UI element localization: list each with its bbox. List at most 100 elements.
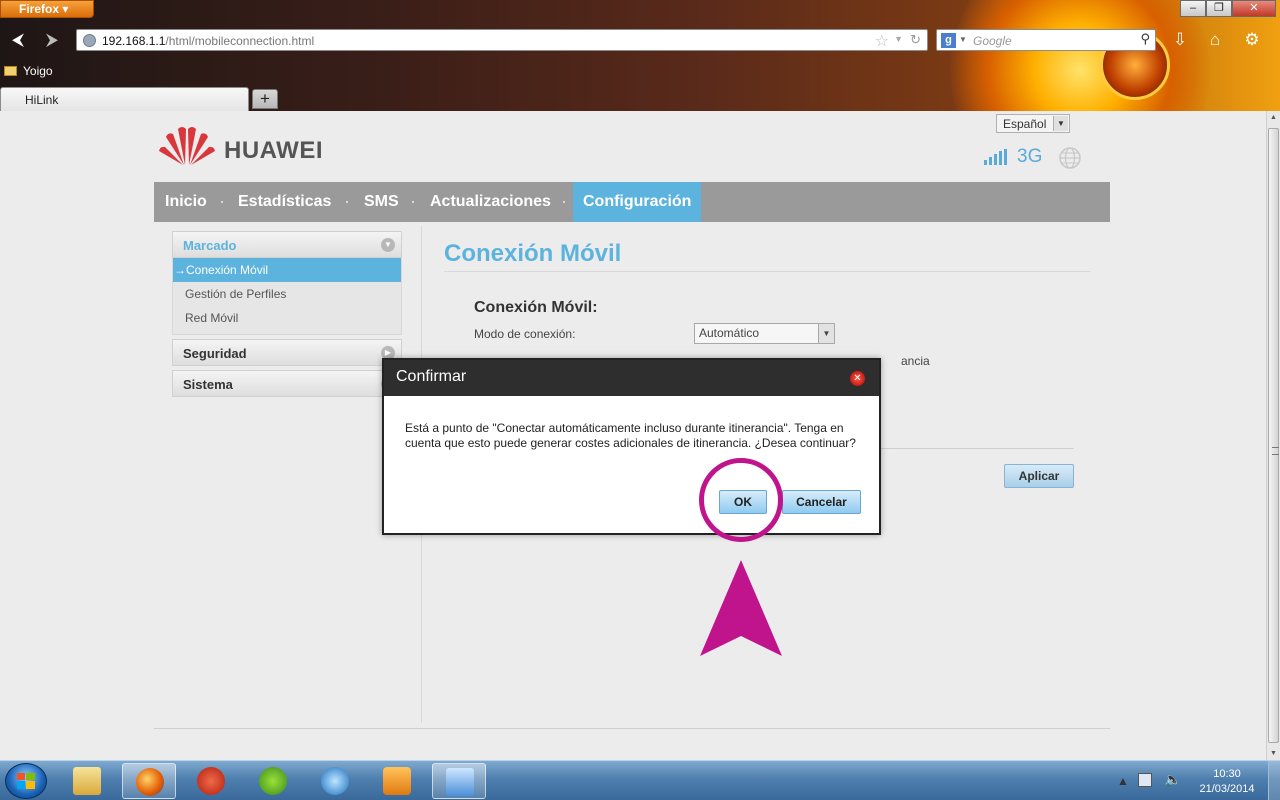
apply-button[interactable]: Aplicar [1004,464,1074,488]
web-page: Español ▼ HUAWEI 3G Inicio Estadísticas [0,111,1266,760]
sidebar-section-sistema[interactable]: Sistema ▶ [172,370,402,397]
maximize-button[interactable]: ❐ [1206,0,1232,17]
spotify-icon [259,767,287,795]
downloads-icon[interactable]: ⇩ [1168,29,1192,51]
url-host: 192.168.1.1 [102,34,166,48]
sidebar-section-marcado[interactable]: Marcado ▼ [172,231,402,258]
close-window-button[interactable]: ✕ [1232,0,1276,17]
addon-icon[interactable]: ⚙ [1240,29,1264,51]
folder-icon [4,66,17,76]
sidebar-submenu: →Conexión Móvil Gestión de Perfiles Red … [172,258,402,335]
footer-divider [154,728,1110,729]
scroll-up-icon[interactable]: ▲ [1270,114,1277,121]
huawei-flower-icon [159,127,215,165]
url-path: /html/mobileconnection.html [165,34,315,48]
browser-chrome: Firefox ▾ – ❐ ✕ ⮜ ⮞ 192.168.1.1/html/mob… [0,0,1280,111]
sidebar-item-red-movil[interactable]: Red Móvil [173,306,401,330]
connection-mode-label: Modo de conexión: [474,327,576,341]
close-icon[interactable]: ✕ [850,371,865,386]
connection-mode-value: Automático [699,326,760,340]
browser-tab[interactable]: HiLink [0,87,249,111]
sidebar-item-conexion-movil[interactable]: →Conexión Móvil [173,258,401,282]
clock-date: 21/03/2014 [1199,783,1255,795]
ccleaner-icon [197,767,225,795]
address-bar[interactable]: 192.168.1.1/html/mobileconnection.html ☆… [76,29,928,51]
dialog-message: Está a punto de "Conectar automáticament… [405,421,856,450]
taskbar-itunes[interactable] [308,763,362,799]
control-panel-icon [446,768,474,796]
firefox-menu-label: Firefox [19,2,60,16]
nav-item-configuracion[interactable]: Configuración [573,182,702,222]
taskbar-media-player[interactable] [370,763,424,799]
folder-icon [73,767,101,795]
search-engine-icon[interactable]: g [941,33,956,48]
chevron-down-icon: ▼ [818,324,834,343]
scroll-thumb[interactable] [1268,128,1279,743]
taskbar: ▲ 🔈 10:30 21/03/2014 [0,760,1280,800]
new-tab-button[interactable]: + [252,89,278,109]
system-clock[interactable]: 10:30 21/03/2014 [1196,767,1258,797]
signal-strength-icon [984,149,1010,165]
bookmark-label: Yoigo [23,64,53,78]
huawei-logo: HUAWEI [158,125,338,167]
form-divider [880,448,1074,449]
sidebar-section-seguridad[interactable]: Seguridad ▶ [172,339,402,366]
taskbar-explorer[interactable] [60,763,114,799]
search-placeholder: Google [973,34,1012,48]
roaming-label: ancia [901,354,930,368]
url-history-dropdown-icon[interactable]: ▼ [894,34,903,44]
reload-icon[interactable]: ↻ [910,32,921,48]
show-desktop-button[interactable] [1268,761,1280,800]
bookmark-yoigo[interactable]: Yoigo [4,64,53,78]
chevron-down-icon: ▼ [1053,116,1068,131]
title-divider [444,271,1091,272]
search-engine-dropdown-icon[interactable]: ▼ [959,35,967,44]
home-icon[interactable]: ⌂ [1203,29,1227,51]
cancel-button[interactable]: Cancelar [782,490,861,514]
nav-item-sms[interactable]: SMS [364,182,399,222]
forward-button[interactable]: ⮞ [42,30,62,50]
page-scrollbar[interactable]: ▲ ▼ [1266,111,1280,760]
connection-mode-select[interactable]: Automático ▼ [694,323,835,344]
brand-name: HUAWEI [224,137,323,164]
media-player-icon [383,767,411,795]
language-value: Español [1003,117,1047,131]
main-nav: Inicio Estadísticas SMS Actualizaciones … [154,182,1110,222]
sidebar: Marcado ▼ →Conexión Móvil Gestión de Per… [172,231,402,397]
confirm-dialog: Confirmar ✕ Está a punto de "Conectar au… [382,358,881,535]
taskbar-control-panel[interactable] [432,763,486,799]
firefox-icon [136,768,164,796]
nav-item-estadisticas[interactable]: Estadísticas [238,182,331,222]
taskbar-firefox[interactable] [122,763,176,799]
sidebar-section-label: Seguridad [183,346,247,361]
page-title: Conexión Móvil [444,240,622,267]
sidebar-section-label: Marcado [183,238,237,253]
site-identity-icon[interactable] [83,34,96,47]
itunes-icon [321,767,349,795]
network-tray-icon[interactable] [1138,773,1152,787]
window-controls: – ❐ ✕ [1180,0,1276,17]
taskbar-ccleaner[interactable] [184,763,238,799]
search-icon[interactable]: ⚲ [1140,31,1150,47]
chevron-down-icon: ▼ [381,238,395,252]
scroll-down-icon[interactable]: ▼ [1270,750,1277,757]
taskbar-spotify[interactable] [246,763,300,799]
start-button[interactable] [5,763,47,799]
form-title: Conexión Móvil: [474,299,598,316]
minimize-button[interactable]: – [1180,0,1206,17]
windows-logo-icon [17,773,35,789]
sidebar-item-gestion-perfiles[interactable]: Gestión de Perfiles [173,282,401,306]
network-type: 3G [1017,146,1043,167]
firefox-menu-button[interactable]: Firefox ▾ [0,0,94,18]
tab-title: HiLink [25,93,59,107]
nav-item-inicio[interactable]: Inicio [165,182,207,222]
language-select[interactable]: Español ▼ [996,114,1070,133]
search-bar[interactable]: g ▼ Google ⚲ [936,29,1156,51]
dialog-title: Confirmar [396,368,467,385]
url-text: 192.168.1.1/html/mobileconnection.html [102,34,314,48]
back-button[interactable]: ⮜ [8,30,28,50]
clock-time: 10:30 [1213,768,1241,780]
bookmark-star-icon[interactable]: ☆ [875,31,889,51]
volume-icon[interactable]: 🔈 [1164,771,1181,788]
nav-item-actualizaciones[interactable]: Actualizaciones [430,182,551,222]
